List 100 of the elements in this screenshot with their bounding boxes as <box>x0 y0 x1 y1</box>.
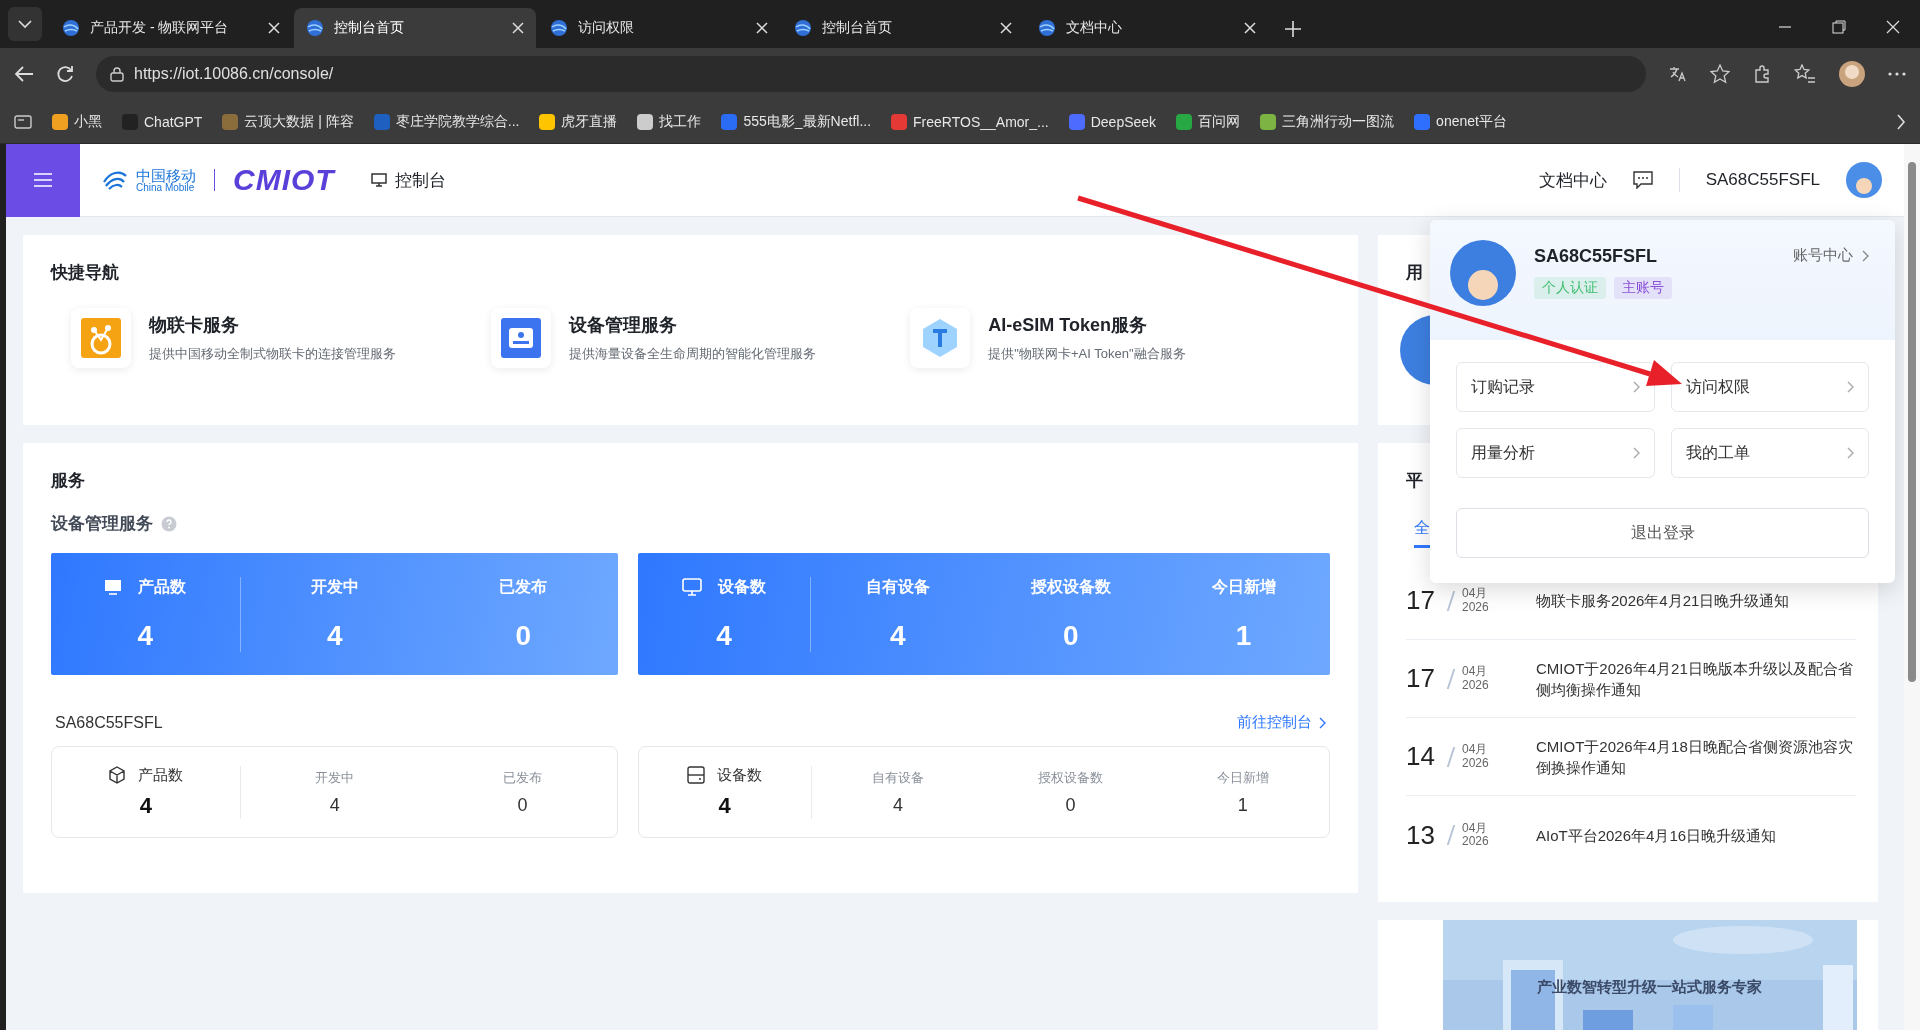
menu-button[interactable]: 访问权限 <box>1670 362 1869 412</box>
stat-label: 今日新增 <box>1216 769 1269 785</box>
notice-month: 04月 <box>1462 665 1489 679</box>
notice-day: 17 <box>1406 585 1440 616</box>
profile-avatar-icon[interactable] <box>1838 60 1866 88</box>
notice-link[interactable]: CMIOT于2026年4月18日晚配合省侧资源池容灾倒换操作通知 <box>1536 735 1856 778</box>
username[interactable]: SA68C55FSFL <box>1705 170 1820 190</box>
notice-link[interactable]: CMIOT于2026年4月21日晚版本升级以及配合省侧均衡操作通知 <box>1536 657 1856 700</box>
notice-day: 13 <box>1406 819 1440 851</box>
stat-value: 1 <box>1237 794 1248 816</box>
bookmark[interactable]: 虎牙直播 <box>539 112 618 131</box>
more-icon[interactable] <box>1888 72 1906 76</box>
monitor-icon <box>370 173 387 187</box>
console-link[interactable]: 控制台 <box>370 168 446 192</box>
console-link[interactable]: 前往控制台 <box>1237 713 1326 732</box>
translate-icon[interactable] <box>1668 65 1688 83</box>
favorites-icon[interactable] <box>1794 64 1816 84</box>
bookmark[interactable]: 找工作 <box>637 112 702 131</box>
menu-button[interactable]: 订购记录 <box>1456 362 1655 412</box>
section-title: 平 <box>1406 470 1424 492</box>
logo-subtext: China Mobile <box>136 182 196 193</box>
scrollbar[interactable] <box>1904 144 1920 1030</box>
shortcut-title: 设备管理服务 <box>568 314 678 337</box>
stat-value: 0 <box>515 619 532 652</box>
browser-tab[interactable]: 访问权限 <box>538 8 780 48</box>
reload-icon[interactable] <box>56 65 74 83</box>
close-icon[interactable] <box>1886 20 1900 34</box>
account-tag: 个人认证 <box>1534 277 1606 299</box>
server-icon <box>687 766 706 784</box>
close-icon[interactable] <box>268 22 280 34</box>
close-icon[interactable] <box>1000 22 1012 34</box>
globe-icon <box>306 19 324 37</box>
sidebar-icon[interactable] <box>14 114 32 129</box>
stat-label: 设备数 <box>717 576 766 597</box>
stat-label: 产品数 <box>138 576 187 597</box>
docs-link[interactable]: 文档中心 <box>1538 168 1607 192</box>
notice-link[interactable]: AIoT平台2026年4月16日晚升级通知 <box>1536 824 1856 846</box>
plus-icon[interactable] <box>1284 20 1302 38</box>
stat-value: 4 <box>139 792 153 819</box>
stat-value: 1 <box>1235 619 1252 652</box>
bookmark[interactable]: ChatGPT <box>122 113 203 130</box>
device-icon <box>500 318 541 358</box>
bookmark[interactable]: FreeRTOS__Amor_... <box>891 113 1049 130</box>
tab-title: 产品开发 - 物联网平台 <box>90 19 230 37</box>
shortcut-title: AI-eSIM Token服务 <box>988 314 1149 337</box>
globe-icon <box>550 19 568 37</box>
service-shortcut[interactable]: 物联卡服务 提供中国移动全制式物联卡的连接管理服务 <box>71 308 491 368</box>
browser-tab[interactable]: 控制台首页 <box>782 8 1024 48</box>
brand-logo: CMIOT <box>233 163 335 197</box>
menu-button[interactable]: 用量分析 <box>1456 428 1655 478</box>
logout-button[interactable]: 退出登录 <box>1456 508 1869 558</box>
notice-day: 14 <box>1406 741 1440 772</box>
browser-tab[interactable]: 控制台首页 <box>294 8 536 48</box>
browser-tab[interactable]: 文档中心 <box>1026 8 1268 48</box>
service-shortcut[interactable]: AI-eSIM Token服务 提供"物联网卡+AI Token"融合服务 <box>910 308 1330 368</box>
chevron-right-icon[interactable] <box>1896 113 1906 130</box>
bookmark[interactable]: 百问网 <box>1176 112 1241 131</box>
restore-icon[interactable] <box>1832 20 1846 34</box>
stat-label: 授权设备数 <box>1030 576 1111 597</box>
stat-value: 4 <box>716 619 732 652</box>
back-icon[interactable] <box>14 65 34 83</box>
account-center-link[interactable]: 账号中心 <box>1787 240 1875 264</box>
shortcut-description: 提供海量设备全生命周期的智能化管理服务 <box>568 345 816 363</box>
tab-list-button[interactable] <box>8 7 42 41</box>
puzzle-icon[interactable] <box>1752 64 1772 84</box>
close-icon[interactable] <box>1244 22 1256 34</box>
close-icon[interactable] <box>756 22 768 34</box>
stat-label: 开发中 <box>310 576 359 597</box>
notice-link[interactable]: 物联卡服务2026年4月21日晚升级通知 <box>1536 590 1856 611</box>
bookmark[interactable]: DeepSeek <box>1068 113 1157 130</box>
notice-month: 04月 <box>1462 743 1489 757</box>
bookmark[interactable]: 555电影_最新Netfl... <box>721 112 872 131</box>
service-shortcut[interactable]: 设备管理服务 提供海量设备全生命周期的智能化管理服务 <box>490 308 911 368</box>
tab-title: 访问权限 <box>578 19 635 37</box>
stat-value: 4 <box>718 792 731 819</box>
stat-label: 今日新增 <box>1211 576 1276 597</box>
logo-text: 中国移动 <box>136 167 196 183</box>
address-field[interactable]: https://iot.10086.cn/console/ <box>96 56 1646 92</box>
chevron-right-icon <box>1846 381 1854 393</box>
notice-month: 04月 <box>1462 821 1489 835</box>
close-icon[interactable] <box>512 22 524 34</box>
sim-card-icon <box>81 318 121 358</box>
chevron-right-icon <box>1631 447 1640 459</box>
menu-icon <box>34 173 52 187</box>
bookmark[interactable]: 枣庄学院教学综合... <box>373 112 520 131</box>
browser-tab[interactable]: 产品开发 - 物联网平台 <box>50 8 292 48</box>
stat-value: 4 <box>137 619 154 652</box>
account-name: SA68C55FSFL <box>55 713 163 732</box>
menu-button[interactable]: 我的工单 <box>1670 428 1869 478</box>
tab-title: 控制台首页 <box>822 19 893 37</box>
stat-label: 已发布 <box>503 769 543 785</box>
avatar[interactable] <box>1846 162 1882 198</box>
bookmark[interactable]: 小黑 <box>52 112 102 131</box>
bookmark[interactable]: 三角洲行动一图流 <box>1260 112 1395 131</box>
message-icon[interactable] <box>1632 171 1653 189</box>
star-icon[interactable] <box>1710 64 1730 84</box>
bookmark[interactable]: onenet平台 <box>1414 112 1507 131</box>
stat-value: 0 <box>517 794 528 816</box>
stat-value: 4 <box>329 794 340 816</box>
bookmark[interactable]: 云顶大数据 | 阵容 <box>222 112 354 131</box>
